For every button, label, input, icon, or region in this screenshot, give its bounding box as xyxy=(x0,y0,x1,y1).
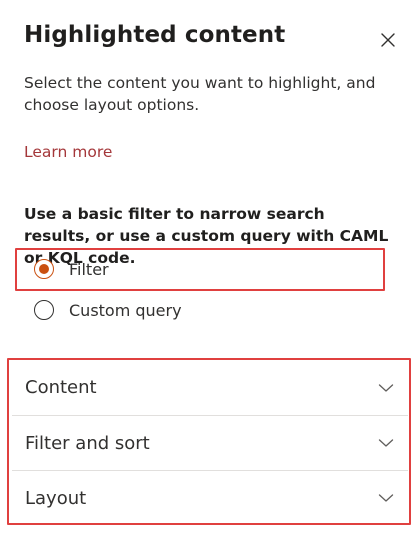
pane-description: Select the content you want to highlight… xyxy=(24,74,376,114)
section-header-filter-and-sort[interactable]: Filter and sort xyxy=(12,415,408,470)
radio-button-filter[interactable] xyxy=(34,259,54,279)
chevron-down-icon xyxy=(378,383,394,392)
learn-more-link[interactable]: Learn more xyxy=(24,143,112,161)
section-label-layout: Layout xyxy=(25,487,87,509)
section-label-filter-and-sort: Filter and sort xyxy=(25,432,150,454)
section-header-layout[interactable]: Layout xyxy=(12,470,408,525)
close-button[interactable] xyxy=(378,30,398,50)
radio-label-filter: Filter xyxy=(69,259,109,279)
radio-option-filter[interactable]: Filter xyxy=(34,255,109,283)
close-icon xyxy=(381,33,395,47)
radio-selected-dot xyxy=(39,264,49,274)
radio-label-custom-query: Custom query xyxy=(69,300,182,320)
chevron-down-icon xyxy=(378,494,394,502)
chevron-down-icon xyxy=(378,439,394,447)
property-pane: Highlighted content Select the content y… xyxy=(0,0,414,536)
pane-title: Highlighted content xyxy=(24,22,286,48)
section-label-content: Content xyxy=(25,377,97,398)
section-header-content[interactable]: Content xyxy=(12,360,408,415)
radio-option-custom-query[interactable]: Custom query xyxy=(34,296,182,324)
radio-button-custom-query[interactable] xyxy=(34,300,54,320)
